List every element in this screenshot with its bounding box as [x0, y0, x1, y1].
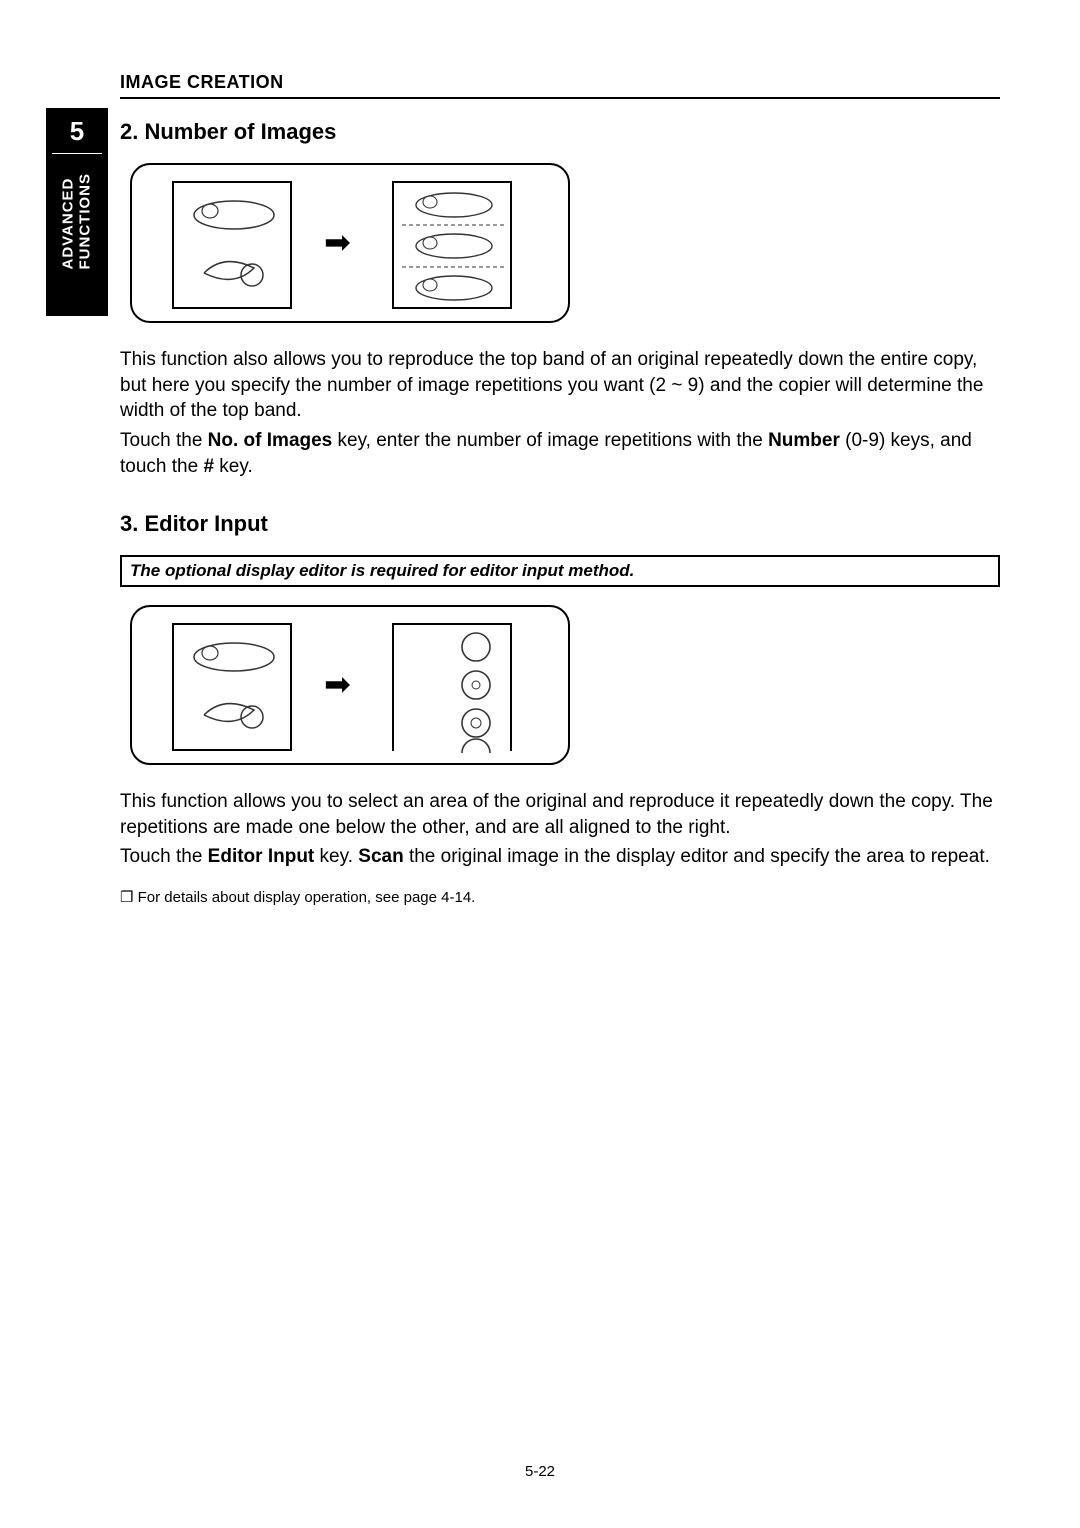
tab-divider — [52, 153, 102, 154]
illus-left-panel — [172, 181, 292, 309]
illustration-editor-input: ➡ — [130, 605, 570, 765]
section-3-heading: 3. Editor Input — [120, 511, 1000, 537]
page-number: 5-22 — [0, 1463, 1080, 1480]
page-header: IMAGE CREATION — [120, 72, 1000, 97]
illus-right-panel — [392, 181, 512, 309]
arrow-right-icon: ➡ — [324, 665, 351, 703]
illus2-right-panel — [392, 623, 512, 751]
repeated-circles-icon — [394, 625, 514, 753]
editor-requirement-note: The optional display editor is required … — [120, 555, 1000, 587]
fruit-sketch-icon — [174, 183, 294, 311]
arrow-right-icon: ➡ — [324, 223, 351, 261]
section-2-paragraph-1: This function also allows you to reprodu… — [120, 347, 1000, 424]
section-2-heading: 2. Number of Images — [120, 119, 1000, 145]
chapter-tab: 5 ADVANCED FUNCTIONS — [46, 108, 108, 316]
chapter-label: ADVANCED FUNCTIONS — [61, 208, 94, 270]
cross-reference-note: ❐ For details about display operation, s… — [120, 888, 1000, 906]
header-rule — [120, 97, 1000, 99]
repeated-bands-icon — [394, 183, 514, 311]
illustration-number-of-images: ➡ — [130, 163, 570, 323]
section-2-paragraph-2: Touch the No. of Images key, enter the n… — [120, 428, 1000, 479]
section-3-paragraph-2: Touch the Editor Input key. Scan the ori… — [120, 844, 1000, 870]
section-3-paragraph-1: This function allows you to select an ar… — [120, 789, 1000, 840]
chapter-number: 5 — [46, 108, 108, 153]
fruit-sketch-icon — [174, 625, 294, 753]
illus2-left-panel — [172, 623, 292, 751]
